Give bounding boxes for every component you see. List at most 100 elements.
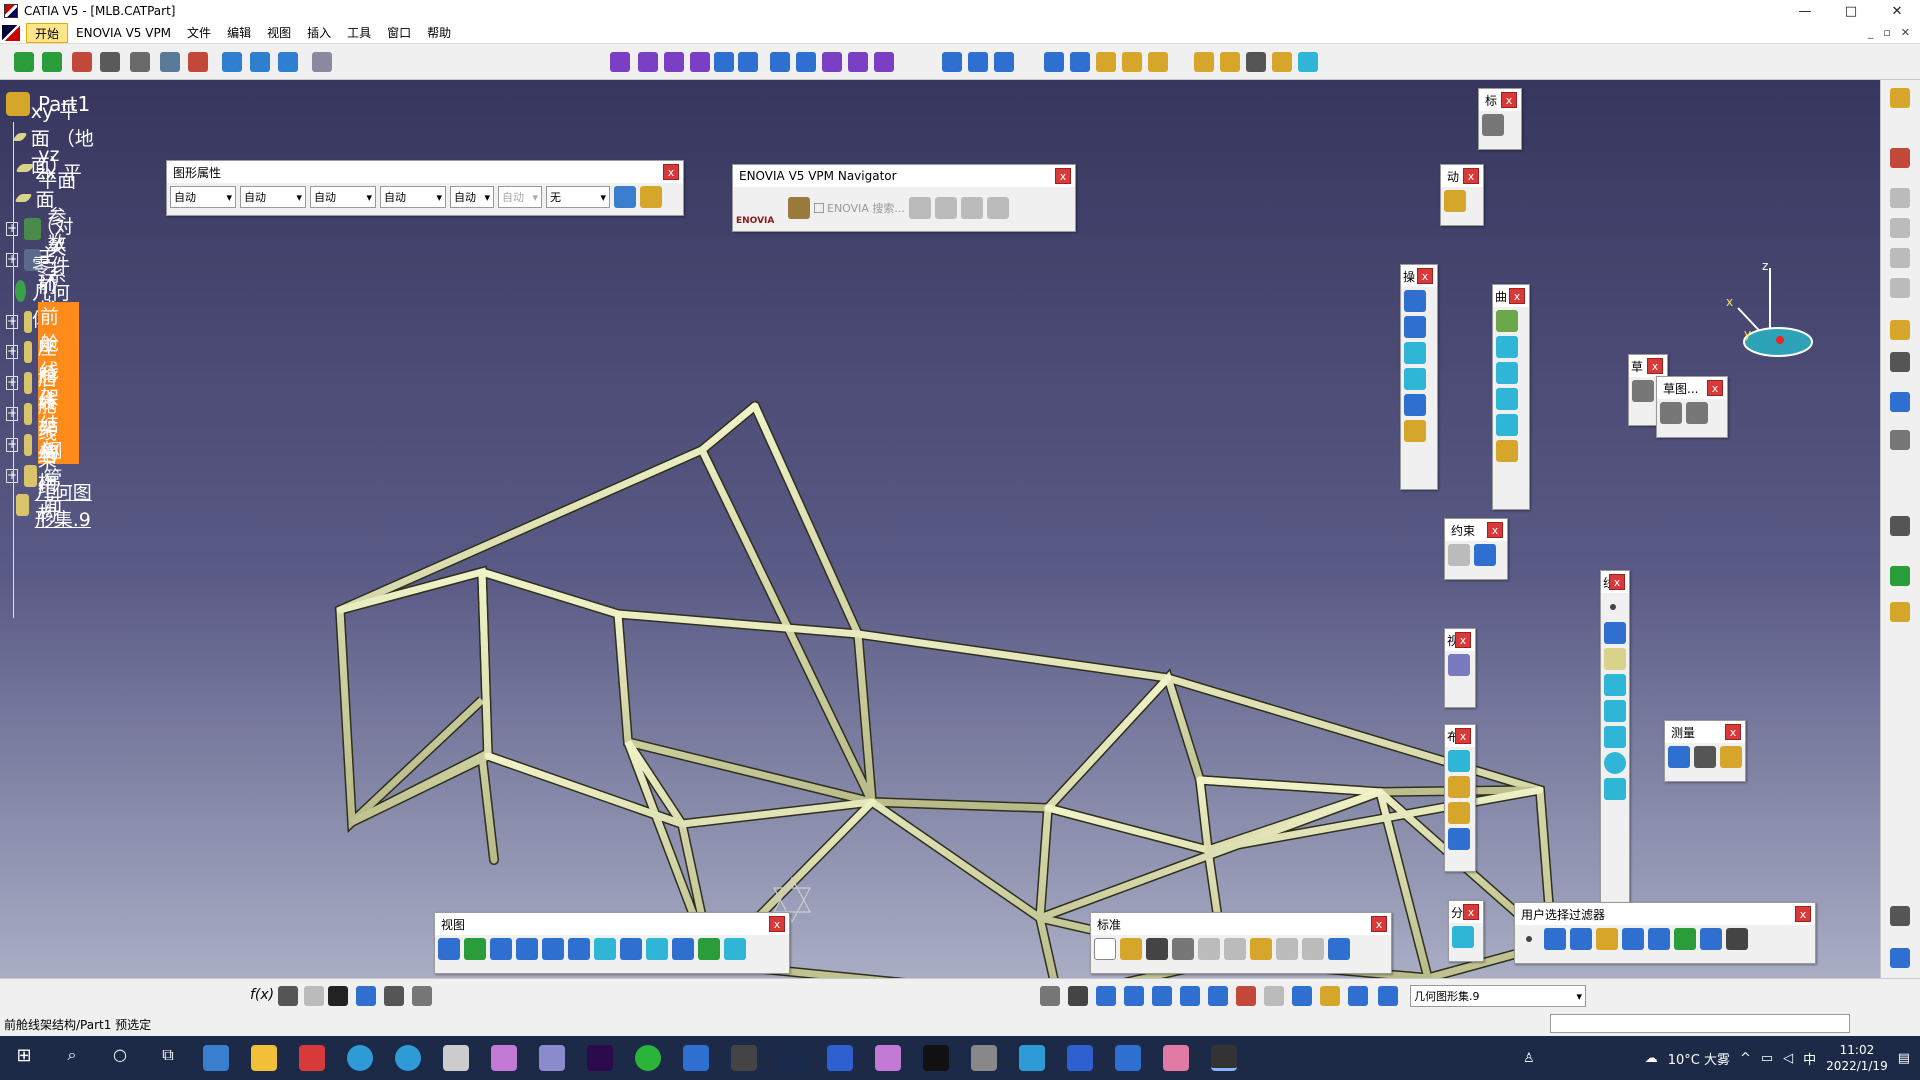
clock[interactable]: 11:02 2022/1/19 bbox=[1826, 1042, 1888, 1074]
enovia-save-icon[interactable] bbox=[934, 197, 957, 219]
knowledge-icon[interactable] bbox=[356, 986, 376, 1006]
menu-start[interactable]: 开始 bbox=[26, 22, 69, 43]
app-gear-icon[interactable] bbox=[443, 1045, 469, 1071]
expand-icon[interactable]: + bbox=[6, 222, 19, 236]
assemble-icon[interactable] bbox=[1148, 52, 1168, 72]
expand-icon[interactable]: + bbox=[6, 345, 19, 359]
enovia-sync-icon[interactable] bbox=[986, 197, 1009, 219]
app-2-icon[interactable] bbox=[539, 1045, 565, 1071]
doc-restore-icon[interactable]: ▫ bbox=[1883, 26, 1890, 39]
line-icon[interactable] bbox=[1604, 622, 1626, 644]
expand-icon[interactable]: + bbox=[6, 253, 19, 267]
command-input[interactable] bbox=[1550, 1014, 1850, 1033]
intersect-icon[interactable] bbox=[1448, 802, 1470, 824]
remove-icon[interactable] bbox=[1448, 776, 1470, 798]
steam-icon[interactable] bbox=[779, 1045, 805, 1071]
formula-button[interactable]: f(x) bbox=[250, 987, 274, 1003]
render-style-icon[interactable] bbox=[640, 186, 662, 208]
swap-space-icon[interactable] bbox=[724, 938, 746, 960]
measure-item-icon[interactable] bbox=[1694, 746, 1716, 768]
grey-tool-2-icon[interactable] bbox=[1890, 218, 1910, 238]
zoom-in-icon[interactable] bbox=[542, 938, 564, 960]
doc-close-icon[interactable]: ✕ bbox=[1901, 26, 1910, 39]
circle-icon[interactable] bbox=[1604, 752, 1626, 774]
enovia-logo-icon[interactable]: ENOVIA bbox=[736, 190, 784, 226]
manipulate-icon[interactable] bbox=[72, 52, 92, 72]
positioned-sketch-icon[interactable] bbox=[1686, 402, 1708, 424]
filter-volume-icon[interactable] bbox=[1596, 928, 1618, 950]
axis-system-icon[interactable] bbox=[1096, 986, 1116, 1006]
grey-tool-1-icon[interactable] bbox=[1890, 188, 1910, 208]
tray-chevron-icon[interactable]: ^ bbox=[1740, 1051, 1751, 1066]
people-icon[interactable]: ♙ bbox=[1523, 1051, 1535, 1066]
lock-icon[interactable] bbox=[384, 986, 404, 1006]
expand-icon[interactable]: + bbox=[6, 407, 19, 421]
windows-start-icon[interactable]: ⊞ bbox=[11, 1045, 37, 1071]
filter-tools-icon[interactable] bbox=[1674, 928, 1696, 950]
swap-icon[interactable] bbox=[1068, 986, 1088, 1006]
grid-snap-icon[interactable] bbox=[1124, 986, 1144, 1006]
profile-icon[interactable] bbox=[1890, 392, 1910, 412]
premiere-icon[interactable] bbox=[587, 1045, 613, 1071]
catia-taskbar-icon[interactable] bbox=[1211, 1045, 1237, 1071]
fill-color-combo[interactable]: 自动 ▾ bbox=[170, 186, 236, 208]
copy-icon[interactable] bbox=[1224, 938, 1246, 960]
constraint-dialog-icon[interactable] bbox=[1474, 544, 1496, 566]
rotate-icon[interactable] bbox=[968, 52, 988, 72]
close-icon[interactable]: x bbox=[1487, 522, 1503, 538]
extra-tool-icon[interactable] bbox=[1890, 906, 1910, 926]
network-icon[interactable]: ▭ bbox=[1761, 1051, 1773, 1066]
line-tool-icon[interactable] bbox=[130, 52, 150, 72]
print-icon[interactable] bbox=[1172, 938, 1194, 960]
gear-icon[interactable] bbox=[1890, 602, 1910, 622]
shell-icon[interactable] bbox=[848, 52, 868, 72]
grey-tool-4-icon[interactable] bbox=[1890, 278, 1910, 298]
translate-icon[interactable] bbox=[942, 52, 962, 72]
hierarchy-icon[interactable] bbox=[1292, 986, 1312, 1006]
comment-icon[interactable] bbox=[278, 986, 298, 1006]
pattern-icon[interactable] bbox=[1070, 52, 1090, 72]
move-icon[interactable] bbox=[14, 52, 34, 72]
add-icon[interactable] bbox=[1448, 750, 1470, 772]
notification-icon[interactable]: ▤ bbox=[1898, 1051, 1910, 1066]
catia-logo-icon[interactable] bbox=[2, 24, 20, 41]
pan-icon[interactable] bbox=[490, 938, 512, 960]
zoom-out-icon[interactable] bbox=[568, 938, 590, 960]
line-type-combo[interactable]: 自动 ▾ bbox=[450, 186, 494, 208]
menu-window[interactable]: 窗口 bbox=[379, 23, 419, 43]
loft-icon[interactable] bbox=[1496, 440, 1518, 462]
law-icon[interactable] bbox=[412, 986, 432, 1006]
whats-this-icon[interactable] bbox=[278, 52, 298, 72]
rib-icon[interactable] bbox=[738, 52, 758, 72]
revolve-icon[interactable] bbox=[1496, 336, 1518, 358]
browser-icon[interactable] bbox=[395, 1045, 421, 1071]
spline-icon[interactable] bbox=[1604, 778, 1626, 800]
app-3-icon[interactable] bbox=[731, 1045, 757, 1071]
edge-icon[interactable] bbox=[347, 1045, 373, 1071]
hand-icon[interactable] bbox=[1444, 190, 1466, 212]
sketch-tool-icon[interactable] bbox=[1660, 402, 1682, 424]
catalog-icon[interactable] bbox=[188, 52, 208, 72]
maximize-button[interactable]: □ bbox=[1828, 4, 1874, 19]
tree-icon[interactable] bbox=[250, 52, 270, 72]
thickness-icon[interactable] bbox=[874, 52, 894, 72]
menu-edit[interactable]: 编辑 bbox=[219, 23, 259, 43]
split-icon[interactable] bbox=[1404, 316, 1426, 338]
shading-icon[interactable] bbox=[672, 938, 694, 960]
weather-icon[interactable]: ☁ bbox=[1645, 1051, 1658, 1066]
close-icon[interactable]: x bbox=[1463, 168, 1479, 184]
projection-icon[interactable] bbox=[1604, 674, 1626, 696]
pcs-icon[interactable] bbox=[1890, 148, 1910, 168]
close-icon[interactable]: x bbox=[1609, 574, 1625, 590]
analysis-icon[interactable] bbox=[1298, 52, 1318, 72]
close-icon[interactable]: x bbox=[1055, 168, 1071, 184]
close-icon[interactable]: x bbox=[769, 916, 785, 932]
camera-icon[interactable] bbox=[1890, 516, 1910, 536]
ime-indicator[interactable]: 中 bbox=[1803, 1049, 1816, 1068]
tools-icon[interactable] bbox=[312, 52, 332, 72]
search-icon[interactable]: ⌕ bbox=[59, 1045, 85, 1071]
expand-icon[interactable]: + bbox=[6, 315, 19, 329]
app-5-icon[interactable] bbox=[923, 1045, 949, 1071]
grey-tool-3-icon[interactable] bbox=[1890, 248, 1910, 268]
corner-icon[interactable] bbox=[1404, 342, 1426, 364]
